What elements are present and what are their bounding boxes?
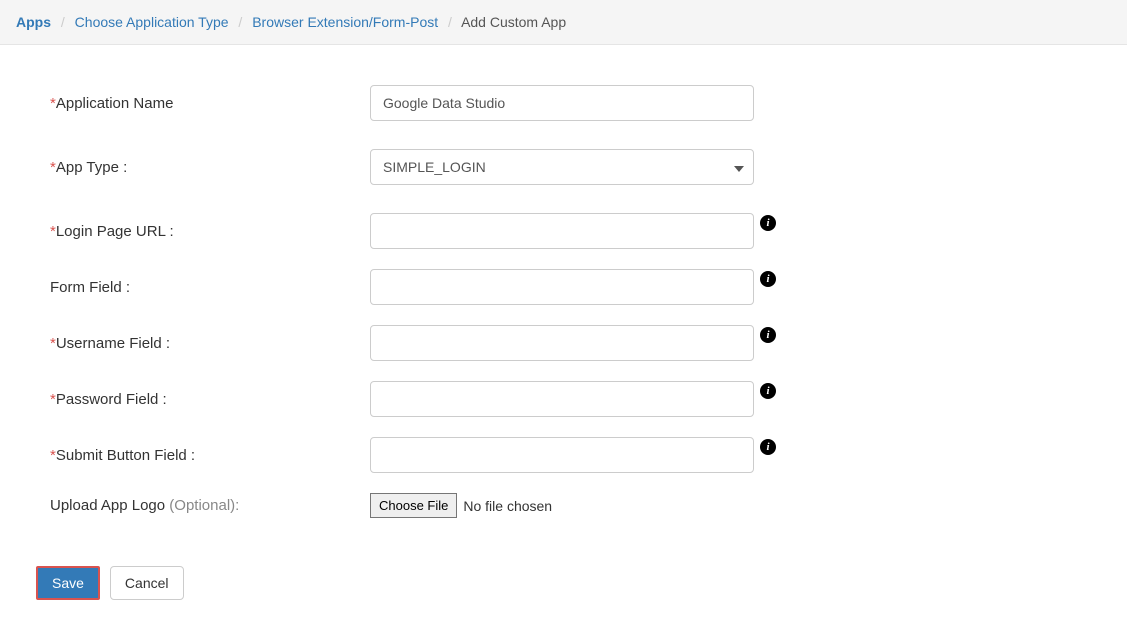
info-icon[interactable]: i — [760, 215, 776, 231]
info-icon[interactable]: i — [760, 271, 776, 287]
label-app-name: *Application Name — [50, 95, 370, 112]
label-app-type: *App Type : — [50, 159, 370, 176]
app-type-select[interactable]: SIMPLE_LOGIN — [370, 149, 754, 185]
app-name-input[interactable] — [370, 85, 754, 121]
label-submit-field: *Submit Button Field : — [50, 447, 370, 464]
form-container: *Application Name *App Type : SIMPLE_LOG… — [0, 45, 1127, 566]
breadcrumb-link-browser-ext[interactable]: Browser Extension/Form-Post — [252, 14, 438, 30]
breadcrumb-link-choose-type[interactable]: Choose Application Type — [75, 14, 229, 30]
label-text: Application Name — [56, 95, 174, 112]
breadcrumb-link-apps[interactable]: Apps — [16, 14, 51, 30]
info-icon[interactable]: i — [760, 327, 776, 343]
label-text: Submit Button Field : — [56, 447, 195, 464]
label-form-field: Form Field : — [50, 279, 370, 296]
login-url-input[interactable] — [370, 213, 754, 249]
info-icon[interactable]: i — [760, 383, 776, 399]
optional-marker: (Optional): — [169, 497, 239, 514]
username-field-input[interactable] — [370, 325, 754, 361]
label-text: Upload App Logo — [50, 497, 169, 514]
label-text: Form Field : — [50, 279, 130, 296]
breadcrumb-separator: / — [61, 14, 65, 30]
file-status-text: No file chosen — [463, 498, 552, 514]
label-text: App Type : — [56, 159, 127, 176]
label-login-url: *Login Page URL : — [50, 223, 370, 240]
label-password-field: *Password Field : — [50, 391, 370, 408]
breadcrumb-current: Add Custom App — [461, 14, 566, 30]
cancel-button[interactable]: Cancel — [110, 566, 184, 600]
info-icon[interactable]: i — [760, 439, 776, 455]
label-text: Password Field : — [56, 391, 167, 408]
save-button[interactable]: Save — [36, 566, 100, 600]
label-upload-logo: Upload App Logo (Optional): — [50, 497, 370, 514]
label-username-field: *Username Field : — [50, 335, 370, 352]
action-buttons: Save Cancel — [0, 566, 1127, 620]
breadcrumb-separator: / — [448, 14, 452, 30]
breadcrumb-separator: / — [238, 14, 242, 30]
password-field-input[interactable] — [370, 381, 754, 417]
breadcrumb: Apps / Choose Application Type / Browser… — [0, 0, 1127, 45]
submit-field-input[interactable] — [370, 437, 754, 473]
choose-file-button[interactable]: Choose File — [370, 493, 457, 518]
form-field-input[interactable] — [370, 269, 754, 305]
label-text: Username Field : — [56, 335, 170, 352]
label-text: Login Page URL : — [56, 223, 174, 240]
